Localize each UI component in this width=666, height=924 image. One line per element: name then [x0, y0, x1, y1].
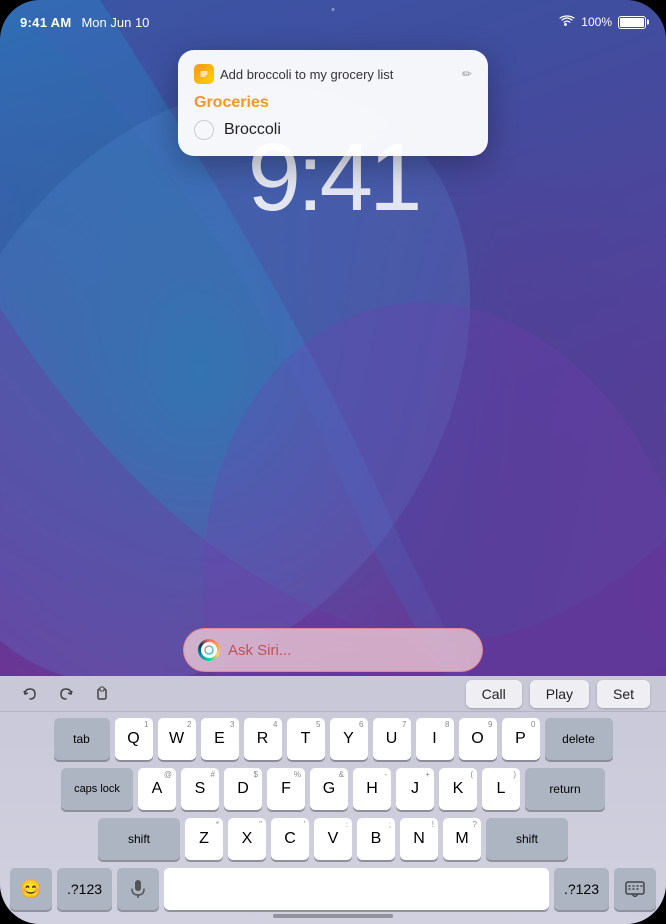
emoji-key[interactable]: 😊 [10, 868, 52, 910]
key-z[interactable]: Z* [185, 818, 223, 860]
notification-header: Add broccoli to my grocery list ✏ [194, 64, 472, 84]
redo-button[interactable] [48, 678, 84, 710]
key-x[interactable]: X" [228, 818, 266, 860]
siri-bar[interactable]: Ask Siri... [183, 628, 483, 672]
key-s[interactable]: S# [181, 768, 219, 810]
key-q[interactable]: Q1 [115, 718, 153, 760]
key-o[interactable]: O9 [459, 718, 497, 760]
mic-key[interactable] [117, 868, 159, 910]
key-y[interactable]: Y6 [330, 718, 368, 760]
notification-item-text: Broccoli [224, 121, 281, 139]
tab-key[interactable]: tab [54, 718, 110, 760]
shift-right-key[interactable]: shift [486, 818, 568, 860]
keyboard-bottom-row: 😊 .?123 .?123 [4, 868, 662, 910]
camera-notch [332, 8, 335, 11]
shift-left-key[interactable]: shift [98, 818, 180, 860]
ipad-frame: 9:41 AM Mon Jun 10 100% 9: [0, 0, 666, 924]
undo-button[interactable] [12, 678, 48, 710]
key-p[interactable]: P0 [502, 718, 540, 760]
key-d[interactable]: D$ [224, 768, 262, 810]
key-a[interactable]: A@ [138, 768, 176, 810]
battery-percent: 100% [581, 15, 612, 29]
notification-title: Add broccoli to my grocery list [220, 67, 456, 82]
key-m[interactable]: M? [443, 818, 481, 860]
key-i[interactable]: I8 [416, 718, 454, 760]
key-g[interactable]: G& [310, 768, 348, 810]
paste-button[interactable] [84, 678, 120, 710]
key-k[interactable]: K( [439, 768, 477, 810]
status-left: 9:41 AM Mon Jun 10 [20, 15, 149, 30]
space-key[interactable] [164, 868, 549, 910]
key-row-1: tab Q1 W2 E3 R4 T5 Y6 U7 I8 O9 P0 delete [4, 718, 662, 760]
item-checkbox[interactable] [194, 120, 214, 140]
key-b[interactable]: B; [357, 818, 395, 860]
battery-body [618, 16, 646, 29]
key-t[interactable]: T5 [287, 718, 325, 760]
reminders-app-icon [194, 64, 214, 84]
status-date: Mon Jun 10 [81, 15, 149, 30]
key-r[interactable]: R4 [244, 718, 282, 760]
key-e[interactable]: E3 [201, 718, 239, 760]
key-u[interactable]: U7 [373, 718, 411, 760]
keyboard-keys: tab Q1 W2 E3 R4 T5 Y6 U7 I8 O9 P0 delete… [0, 712, 666, 914]
key-j[interactable]: J+ [396, 768, 434, 810]
key-l[interactable]: L) [482, 768, 520, 810]
call-button[interactable]: Call [466, 680, 522, 708]
key-v[interactable]: V: [314, 818, 352, 860]
shortcuts-bar: Call Play Set [0, 676, 666, 712]
siri-icon-inner [201, 642, 217, 658]
key-row-3: shift Z* X" C' V: B; N! M? shift [4, 818, 662, 860]
keyboard-hide-key[interactable] [614, 868, 656, 910]
num-key-right[interactable]: .?123 [554, 868, 609, 910]
key-c[interactable]: C' [271, 818, 309, 860]
play-button[interactable]: Play [530, 680, 589, 708]
battery-icon [618, 16, 646, 29]
key-h[interactable]: H- [353, 768, 391, 810]
notification-list-title: Groceries [194, 94, 472, 112]
notification-edit-icon[interactable]: ✏ [462, 67, 472, 81]
notification-card[interactable]: Add broccoli to my grocery list ✏ Grocer… [178, 50, 488, 156]
battery-fill [620, 18, 644, 27]
status-bar: 9:41 AM Mon Jun 10 100% [0, 0, 666, 36]
set-button[interactable]: Set [597, 680, 650, 708]
notification-item: Broccoli [194, 120, 472, 140]
keyboard-area: Call Play Set tab Q1 W2 E3 R4 T5 Y6 U7 I… [0, 676, 666, 924]
status-time: 9:41 AM [20, 15, 71, 30]
siri-placeholder: Ask Siri... [228, 642, 291, 659]
key-f[interactable]: F% [267, 768, 305, 810]
siri-icon [198, 639, 220, 661]
caps-lock-key[interactable]: caps lock [61, 768, 133, 810]
key-n[interactable]: N! [400, 818, 438, 860]
status-right: 100% [559, 14, 646, 30]
key-row-2: caps lock A@ S# D$ F% G& H- J+ K( L) ret… [4, 768, 662, 810]
return-key[interactable]: return [525, 768, 605, 810]
delete-key[interactable]: delete [545, 718, 613, 760]
key-w[interactable]: W2 [158, 718, 196, 760]
home-indicator [273, 914, 393, 918]
wifi-icon [559, 14, 575, 30]
num-key-left[interactable]: .?123 [57, 868, 112, 910]
